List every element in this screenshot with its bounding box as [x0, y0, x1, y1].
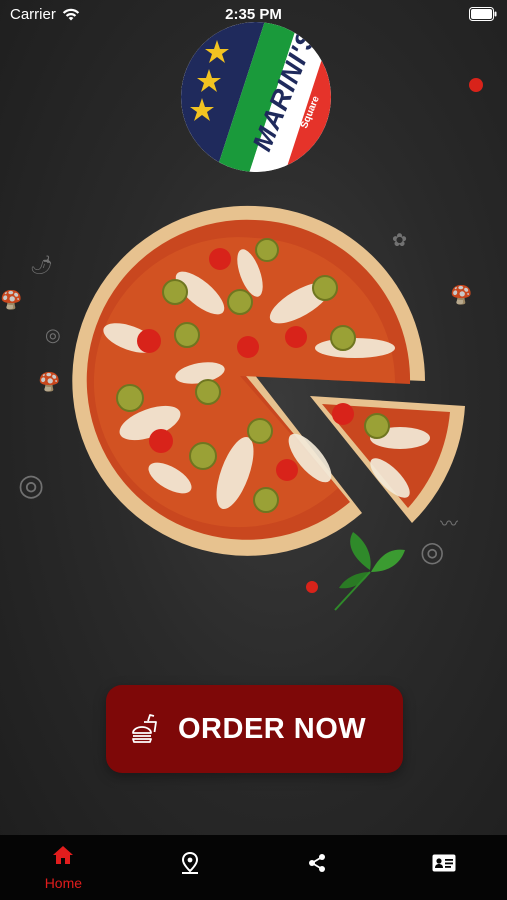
pizza-image — [70, 198, 480, 558]
mushroom-doodle-icon: 🍄 — [0, 290, 23, 310]
contact-card-icon — [432, 854, 456, 872]
tomato-dot — [306, 581, 318, 593]
home-icon — [53, 846, 74, 864]
tomato-slice-doodle-icon: ◎ — [18, 469, 45, 502]
brand-logo: MARINI'S Calderwood Square — [181, 22, 331, 172]
tab-home-label: Home — [44, 875, 83, 891]
tab-location[interactable] — [127, 835, 254, 900]
basil-leaf-icon — [334, 532, 405, 611]
order-now-label: ORDER NOW — [178, 712, 367, 745]
tomato-dot — [469, 78, 483, 92]
battery-icon — [469, 7, 497, 25]
location-icon — [182, 852, 199, 874]
pepper-doodle-icon: 🌶 — [30, 255, 53, 275]
logo-text: MARINI'S Calderwood — [181, 22, 331, 172]
tab-share[interactable] — [254, 835, 381, 900]
order-now-button[interactable]: ORDER NOW — [106, 685, 403, 773]
share-icon — [308, 854, 325, 872]
tab-bar: Home — [0, 835, 507, 900]
mushroom-doodle-icon: 🍄 — [38, 372, 61, 392]
tomato-slice-doodle-icon: ◎ — [45, 325, 61, 345]
tab-home[interactable]: Home — [0, 835, 127, 900]
tab-contact[interactable] — [380, 835, 507, 900]
burger-drink-icon — [132, 714, 157, 743]
clock: 2:35 PM — [225, 6, 282, 23]
